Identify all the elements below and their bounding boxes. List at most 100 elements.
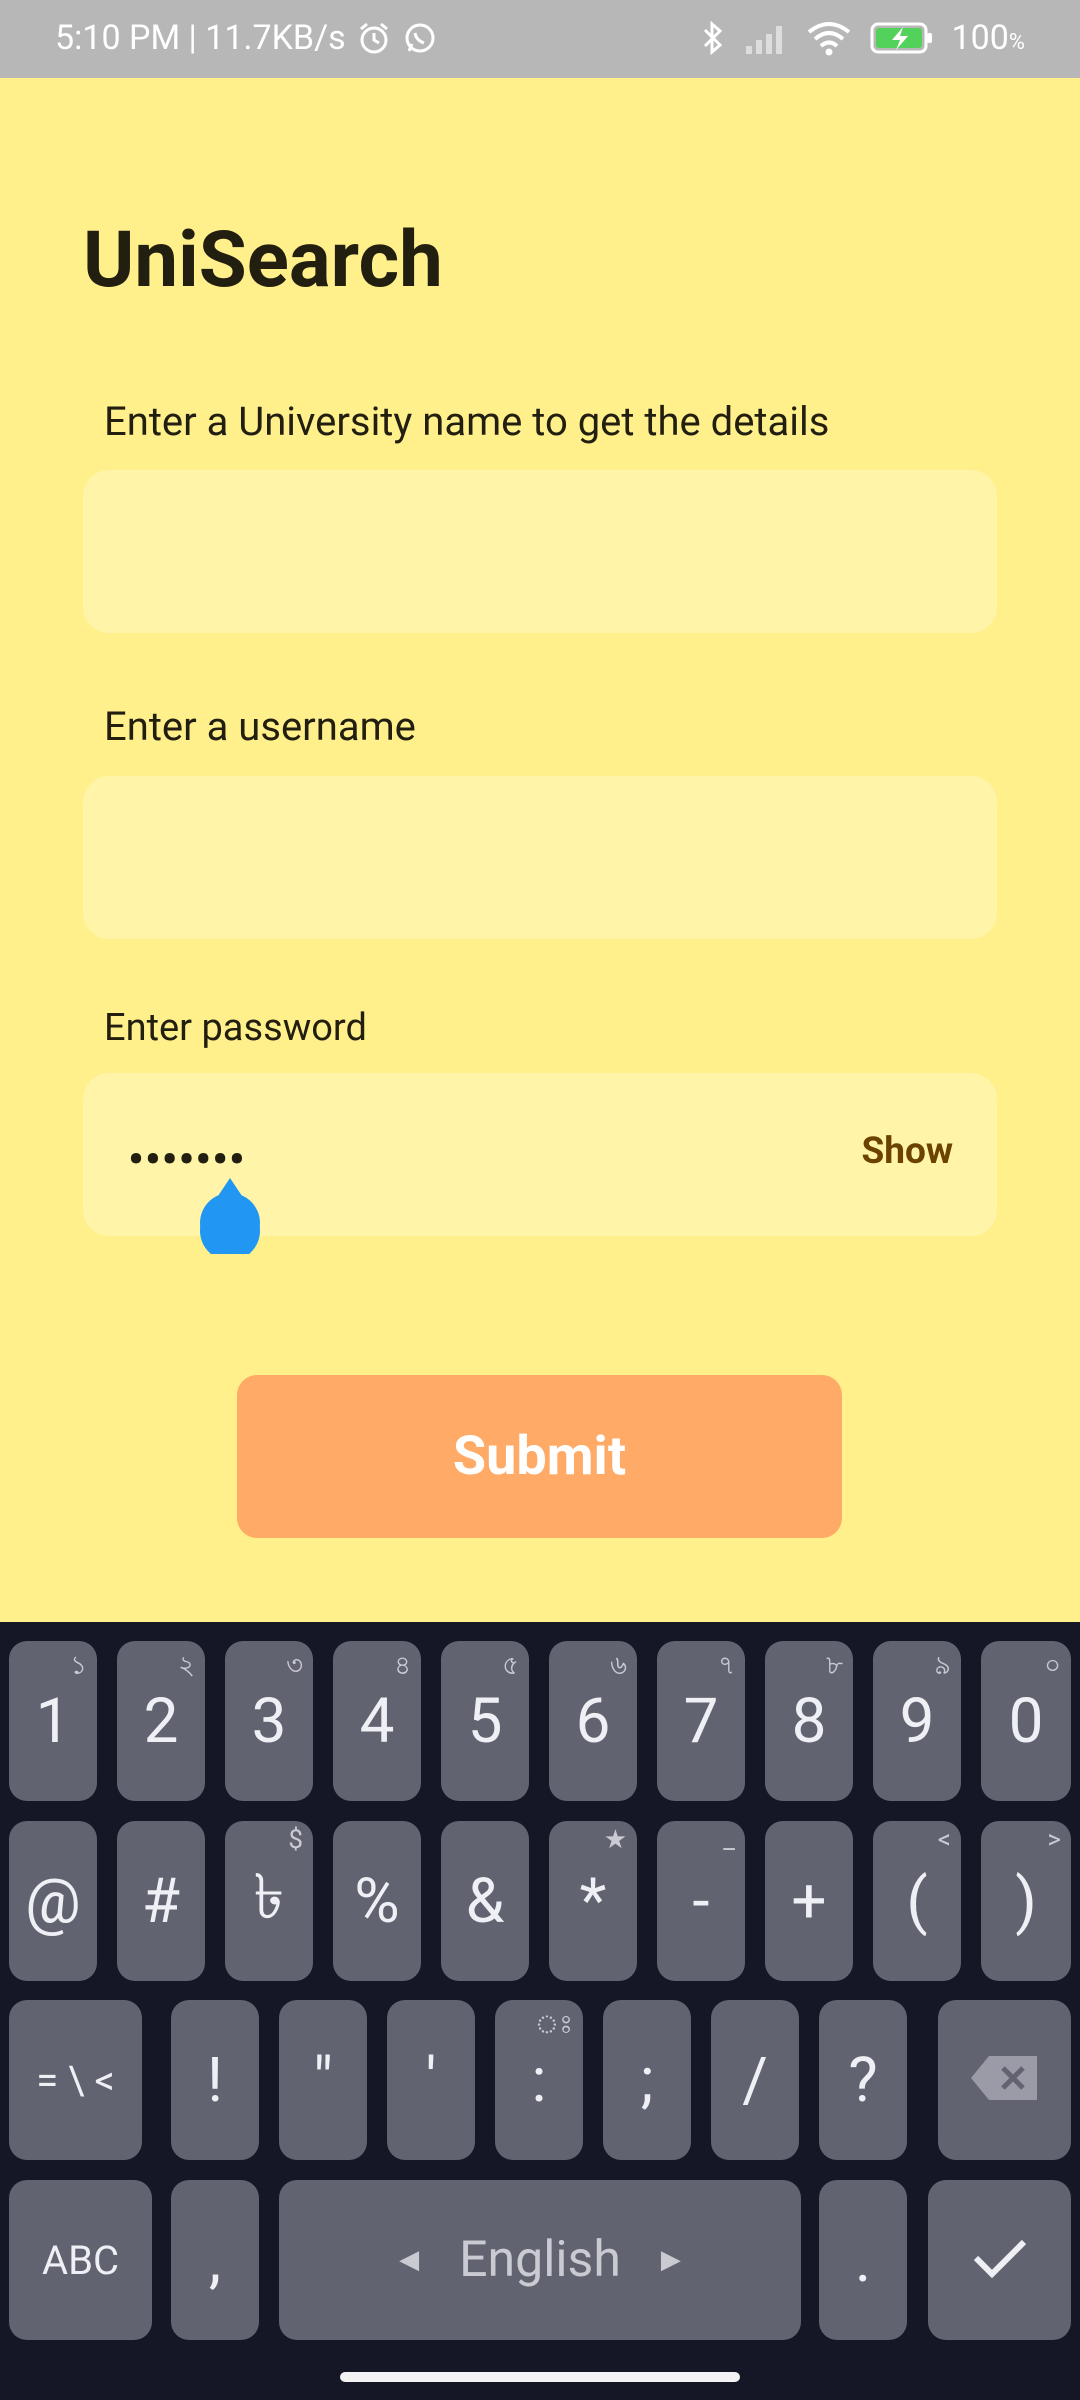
battery-unit: % — [1008, 30, 1025, 55]
key-main: 6 — [575, 1684, 611, 1758]
key-9[interactable]: 9৯ — [873, 1641, 961, 1801]
symbols-more-key[interactable]: = \ < — [9, 2000, 142, 2160]
bluetooth-icon — [700, 19, 726, 57]
key-asterisk[interactable]: * ★ — [549, 1821, 637, 1981]
key-main: ' — [425, 2043, 437, 2117]
key-1[interactable]: 1১ — [9, 1641, 97, 1801]
key-plus[interactable]: + — [765, 1821, 853, 1981]
key-main: - — [692, 1864, 710, 1938]
key-hint: ১ — [70, 1651, 87, 1681]
key-main: ৳ — [253, 1860, 285, 1934]
arrow-right-icon: ▶ — [660, 2245, 681, 2275]
key-question[interactable]: ? — [819, 2000, 907, 2160]
key-hint: ৬ — [610, 1651, 627, 1681]
key-hint: ৩ — [286, 1651, 303, 1681]
key-4[interactable]: 4৪ — [333, 1641, 421, 1801]
submit-button[interactable]: Submit — [237, 1375, 842, 1538]
key-hint: $ — [288, 1825, 303, 1855]
app-title: UniSearch — [83, 215, 443, 306]
key-main: ( — [906, 1864, 928, 1938]
battery-percent: 100% — [952, 18, 1025, 58]
key-6[interactable]: 6৬ — [549, 1641, 637, 1801]
signal-icon — [744, 20, 788, 56]
key-close-paren[interactable]: ) > — [981, 1821, 1071, 1981]
key-main: + — [791, 1864, 827, 1938]
key-exclamation[interactable]: ! — [171, 2000, 259, 2160]
key-main: * — [579, 1864, 607, 1938]
username-label: Enter a username — [104, 703, 416, 750]
university-input[interactable] — [83, 470, 997, 633]
gesture-nav-handle[interactable] — [340, 2372, 740, 2382]
key-open-paren[interactable]: (< — [873, 1821, 961, 1981]
status-right: 100% — [700, 18, 1025, 58]
abc-key[interactable]: ABC — [9, 2180, 152, 2340]
key-hint: _ — [723, 1825, 735, 1855]
space-label: English — [459, 2231, 621, 2289]
key-7[interactable]: 7৭ — [657, 1641, 745, 1801]
key-minus[interactable]: - _ — [657, 1821, 745, 1981]
key-at[interactable]: @ — [9, 1821, 97, 1981]
status-time-speed: 5:10 PM | 11.7KB/s — [55, 18, 346, 58]
key-main: ! — [207, 2043, 223, 2117]
key-3[interactable]: 3৩ — [225, 1641, 313, 1801]
key-main: , — [208, 2223, 222, 2297]
key-comma[interactable]: , — [171, 2180, 259, 2340]
check-icon — [972, 2236, 1028, 2284]
status-left: 5:10 PM | 11.7KB/s — [55, 18, 438, 58]
key-hint: ঃ — [534, 2010, 573, 2040]
key-main: = \ < — [36, 2056, 115, 2104]
show-password-button[interactable]: Show — [861, 1130, 953, 1173]
done-key[interactable] — [928, 2180, 1071, 2340]
space-key[interactable]: ◀ English ▶ — [279, 2180, 801, 2340]
key-period[interactable]: . — [819, 2180, 907, 2340]
key-hint: < — [937, 1825, 951, 1855]
key-taka[interactable]: ৳ $ — [225, 1821, 313, 1981]
key-main: 2 — [143, 1684, 179, 1758]
key-double-quote[interactable]: " — [279, 2000, 367, 2160]
key-main: & — [465, 1864, 505, 1938]
key-hash[interactable]: # — [117, 1821, 205, 1981]
backspace-key[interactable] — [938, 2000, 1071, 2160]
key-percent[interactable]: % — [333, 1821, 421, 1981]
wifi-icon — [806, 20, 852, 56]
key-colon[interactable]: :ঃ — [495, 2000, 583, 2160]
key-slash[interactable]: / — [711, 2000, 799, 2160]
battery-charging-icon — [870, 21, 934, 55]
key-0[interactable]: 0০ — [981, 1641, 1071, 1801]
key-main: . — [854, 2223, 872, 2297]
key-hint: > — [1047, 1825, 1061, 1855]
key-main: 8 — [791, 1684, 827, 1758]
alarm-icon — [356, 20, 392, 56]
key-hint: ৮ — [826, 1651, 843, 1681]
key-ampersand[interactable]: & — [441, 1821, 529, 1981]
key-single-quote[interactable]: ' — [387, 2000, 475, 2160]
status-bar: 5:10 PM | 11.7KB/s 100% — [0, 0, 1080, 78]
key-8[interactable]: 8৮ — [765, 1641, 853, 1801]
password-label: Enter password — [104, 1006, 367, 1050]
text-cursor-handle[interactable] — [198, 1178, 262, 1261]
key-5[interactable]: 5৫ — [441, 1641, 529, 1801]
keyboard: 1১ 2২ 3৩ 4৪ 5৫ 6৬ 7৭ 8৮ 9৯ 0০ @ # ৳ $ % &… — [0, 1622, 1080, 2400]
key-main: 3 — [251, 1684, 287, 1758]
key-hint: ৭ — [718, 1651, 735, 1681]
key-hint: ০ — [1044, 1651, 1061, 1681]
key-hint: ২ — [178, 1651, 195, 1681]
backspace-icon — [969, 2054, 1041, 2106]
key-main: " — [313, 2043, 333, 2117]
key-hint: ৯ — [934, 1651, 951, 1681]
key-main: 4 — [359, 1684, 395, 1758]
key-hint: ৪ — [394, 1651, 411, 1681]
whatsapp-icon — [402, 20, 438, 56]
key-2[interactable]: 2২ — [117, 1641, 205, 1801]
key-main: % — [354, 1864, 400, 1938]
key-main: ; — [640, 2043, 654, 2117]
username-input[interactable] — [83, 776, 997, 939]
key-main: 1 — [35, 1684, 71, 1758]
key-main: 5 — [467, 1684, 503, 1758]
key-main: ? — [848, 2043, 878, 2117]
key-main: ABC — [41, 2236, 120, 2284]
key-semicolon[interactable]: ; — [603, 2000, 691, 2160]
key-hint: ৫ — [502, 1651, 519, 1681]
key-main: / — [742, 2043, 768, 2117]
key-hint: ★ — [603, 1825, 627, 1855]
